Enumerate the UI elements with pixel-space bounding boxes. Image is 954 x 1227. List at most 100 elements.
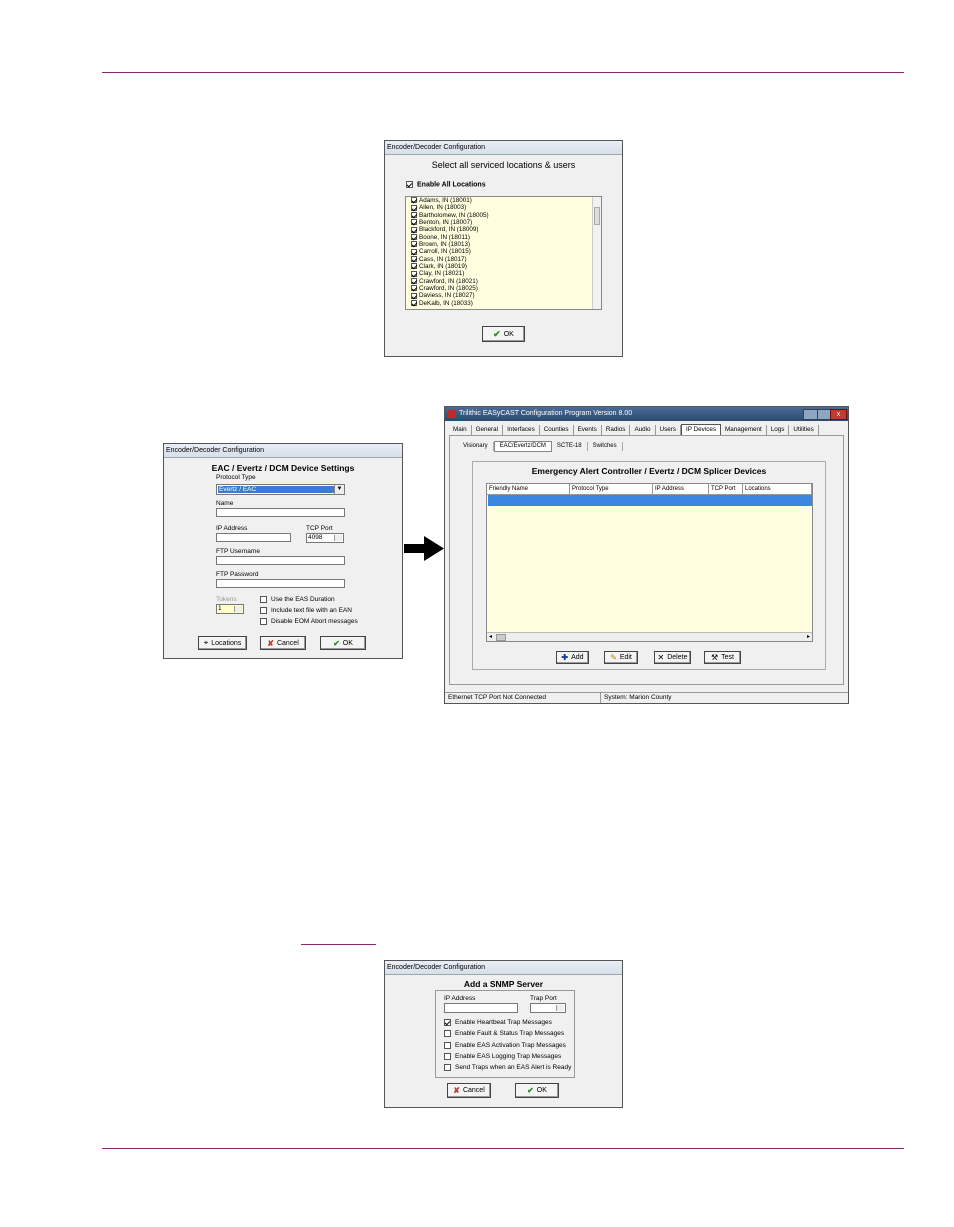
snmp-option[interactable]: Send Traps when an EAS Alert is Ready xyxy=(444,1064,571,1071)
snmp-option[interactable]: Enable Heartbeat Trap Messages xyxy=(444,1019,552,1026)
location-item[interactable]: Allen, IN (18003) xyxy=(406,204,601,211)
location-label: Cass, IN (18017) xyxy=(419,255,467,263)
location-item[interactable]: Daviess, IN (18027) xyxy=(406,292,601,299)
sub-tabs: Visionary EAC/Evertz/DCM SCTE-18 Switches xyxy=(458,441,623,452)
tab-interfaces[interactable]: Interfaces xyxy=(503,425,540,435)
scroll-left-icon[interactable]: ◂ xyxy=(489,633,492,641)
devices-table[interactable]: Friendly Name Protocol Type IP Address TCP … xyxy=(486,483,813,642)
stepper-icon[interactable] xyxy=(334,535,342,541)
location-item[interactable]: Benton, IN (18007) xyxy=(406,219,601,226)
ftp-password-label: FTP Password xyxy=(216,571,259,578)
tab-radios[interactable]: Radios xyxy=(602,425,631,435)
test-button[interactable]: ⚒ Test xyxy=(704,651,741,664)
subtab-switches[interactable]: Switches xyxy=(588,442,623,451)
option-disable-eom[interactable]: Disable EOM Abort messages xyxy=(260,618,358,625)
edit-button[interactable]: ✎ Edit xyxy=(604,651,638,664)
snmp-option-label: Send Traps when an EAS Alert is Ready xyxy=(455,1064,572,1072)
config-program-window: Trilithic EASyCAST Configuration Program… xyxy=(444,406,849,704)
tab-users[interactable]: Users xyxy=(656,425,682,435)
location-label: Adams, IN (18001) xyxy=(419,197,472,204)
column-header[interactable]: Friendly Name xyxy=(487,484,570,494)
column-header[interactable]: Protocol Type xyxy=(570,484,653,494)
pencil-icon: ✎ xyxy=(610,653,617,662)
tab-counties[interactable]: Counties xyxy=(540,425,574,435)
add-button[interactable]: ✚ Add xyxy=(556,651,589,664)
location-item[interactable]: Blackford, IN (18009) xyxy=(406,226,601,233)
tab-audio[interactable]: Audio xyxy=(630,425,656,435)
ip-label: IP Address xyxy=(216,525,248,532)
location-item[interactable]: Crawford, IN (18025) xyxy=(406,285,601,292)
delete-label: Delete xyxy=(667,654,688,661)
trap-port-stepper[interactable] xyxy=(530,1003,566,1013)
locations-button[interactable]: ⌖ Locations xyxy=(198,636,247,650)
horizontal-scrollbar[interactable]: ◂ ▸ xyxy=(487,632,812,641)
maximize-icon[interactable] xyxy=(817,409,831,420)
option-include-text[interactable]: Include text file with an EAN xyxy=(260,607,352,614)
option-eas-duration[interactable]: Use the EAS Duration xyxy=(260,596,335,603)
location-item[interactable]: Boone, IN (18011) xyxy=(406,234,601,241)
option-label: Include text file with an EAN xyxy=(271,607,352,615)
close-icon[interactable]: x xyxy=(830,409,847,420)
dialog-title: Encoder/Decoder Configuration xyxy=(164,444,402,458)
ftp-password-field[interactable] xyxy=(216,579,345,588)
table-row[interactable] xyxy=(488,495,812,506)
tab-main[interactable]: Main xyxy=(449,425,472,435)
ftp-username-field[interactable] xyxy=(216,556,345,565)
snmp-group: IP Address Trap Port Enable Heartbeat Tr… xyxy=(435,990,575,1078)
location-item[interactable]: Clark, IN (18019) xyxy=(406,263,601,270)
ip-field[interactable] xyxy=(216,533,291,542)
location-item[interactable]: Adams, IN (18001) xyxy=(406,197,601,204)
vertical-scrollbar[interactable] xyxy=(592,197,601,309)
ok-label: OK xyxy=(342,639,353,647)
snmp-option[interactable]: Enable Fault & Status Trap Messages xyxy=(444,1030,564,1038)
ok-button[interactable]: ✔ OK xyxy=(320,636,366,650)
tokens-stepper[interactable]: 1 xyxy=(216,604,244,614)
location-item[interactable]: Carroll, IN (18015) xyxy=(406,248,601,255)
scroll-right-icon[interactable]: ▸ xyxy=(807,633,810,641)
subtab-visionary[interactable]: Visionary xyxy=(458,442,494,451)
stepper-icon[interactable] xyxy=(234,606,242,612)
delete-button[interactable]: ✕ Delete xyxy=(654,651,691,664)
tab-utilities[interactable]: Utilities xyxy=(789,425,819,435)
ok-button[interactable]: ✔ OK xyxy=(515,1083,559,1098)
tab-general[interactable]: General xyxy=(472,425,504,435)
subtab-scte-18[interactable]: SCTE-18 xyxy=(552,442,588,451)
window-titlebar: Trilithic EASyCAST Configuration Program… xyxy=(445,407,848,421)
locations-list[interactable]: Adams, IN (18001) Allen, IN (18003) Bartho… xyxy=(405,196,602,310)
ok-label: OK xyxy=(536,1087,547,1094)
snmp-option[interactable]: Enable EAS Logging Trap Messages xyxy=(444,1052,561,1060)
column-header[interactable]: TCP Port xyxy=(709,484,743,494)
location-item[interactable]: Bartholomew, IN (18005) xyxy=(406,212,601,219)
tab-events[interactable]: Events xyxy=(574,425,602,435)
tcp-port-stepper[interactable]: 4098 xyxy=(306,533,344,543)
cancel-button[interactable]: ✘ Cancel xyxy=(260,636,306,650)
snmp-option[interactable]: Enable EAS Activation Trap Messages xyxy=(444,1041,566,1049)
enable-all-checkbox[interactable]: Enable All Locations xyxy=(406,181,486,188)
location-item[interactable]: Crawford, IN (18021) xyxy=(406,278,601,285)
checkbox-icon xyxy=(411,300,417,307)
chevron-down-icon[interactable]: ▼ xyxy=(334,485,344,494)
dialog-heading: Add a SNMP Server xyxy=(463,979,544,989)
checkbox-icon xyxy=(260,618,267,625)
cancel-label: Cancel xyxy=(276,639,299,647)
location-item[interactable]: DeKalb, IN (18033) xyxy=(406,300,601,307)
tab-logs[interactable]: Logs xyxy=(767,425,790,435)
stepper-icon[interactable] xyxy=(556,1005,564,1011)
column-header[interactable]: Locations xyxy=(743,484,812,494)
protocol-select[interactable]: Evertz / EAC ▼ xyxy=(216,484,345,495)
location-item[interactable]: Brown, IN (18013) xyxy=(406,241,601,248)
column-header[interactable]: IP Address xyxy=(653,484,709,494)
plus-icon: ✚ xyxy=(561,653,569,662)
tab-management[interactable]: Management xyxy=(721,425,767,435)
scroll-thumb[interactable] xyxy=(594,207,600,225)
ip-field[interactable] xyxy=(444,1003,518,1013)
ok-button[interactable]: ✔ OK xyxy=(482,326,525,342)
scroll-thumb[interactable] xyxy=(496,634,506,641)
location-item[interactable]: Clay, IN (18021) xyxy=(406,270,601,277)
cancel-button[interactable]: ✘ Cancel xyxy=(447,1083,491,1098)
location-label: Brown, IN (18013) xyxy=(419,241,471,249)
name-field[interactable] xyxy=(216,508,345,517)
subtab-eac-evertz-dcm[interactable]: EAC/Evertz/DCM xyxy=(493,441,552,452)
locations-label: Locations xyxy=(211,639,242,647)
location-item[interactable]: Cass, IN (18017) xyxy=(406,256,601,263)
